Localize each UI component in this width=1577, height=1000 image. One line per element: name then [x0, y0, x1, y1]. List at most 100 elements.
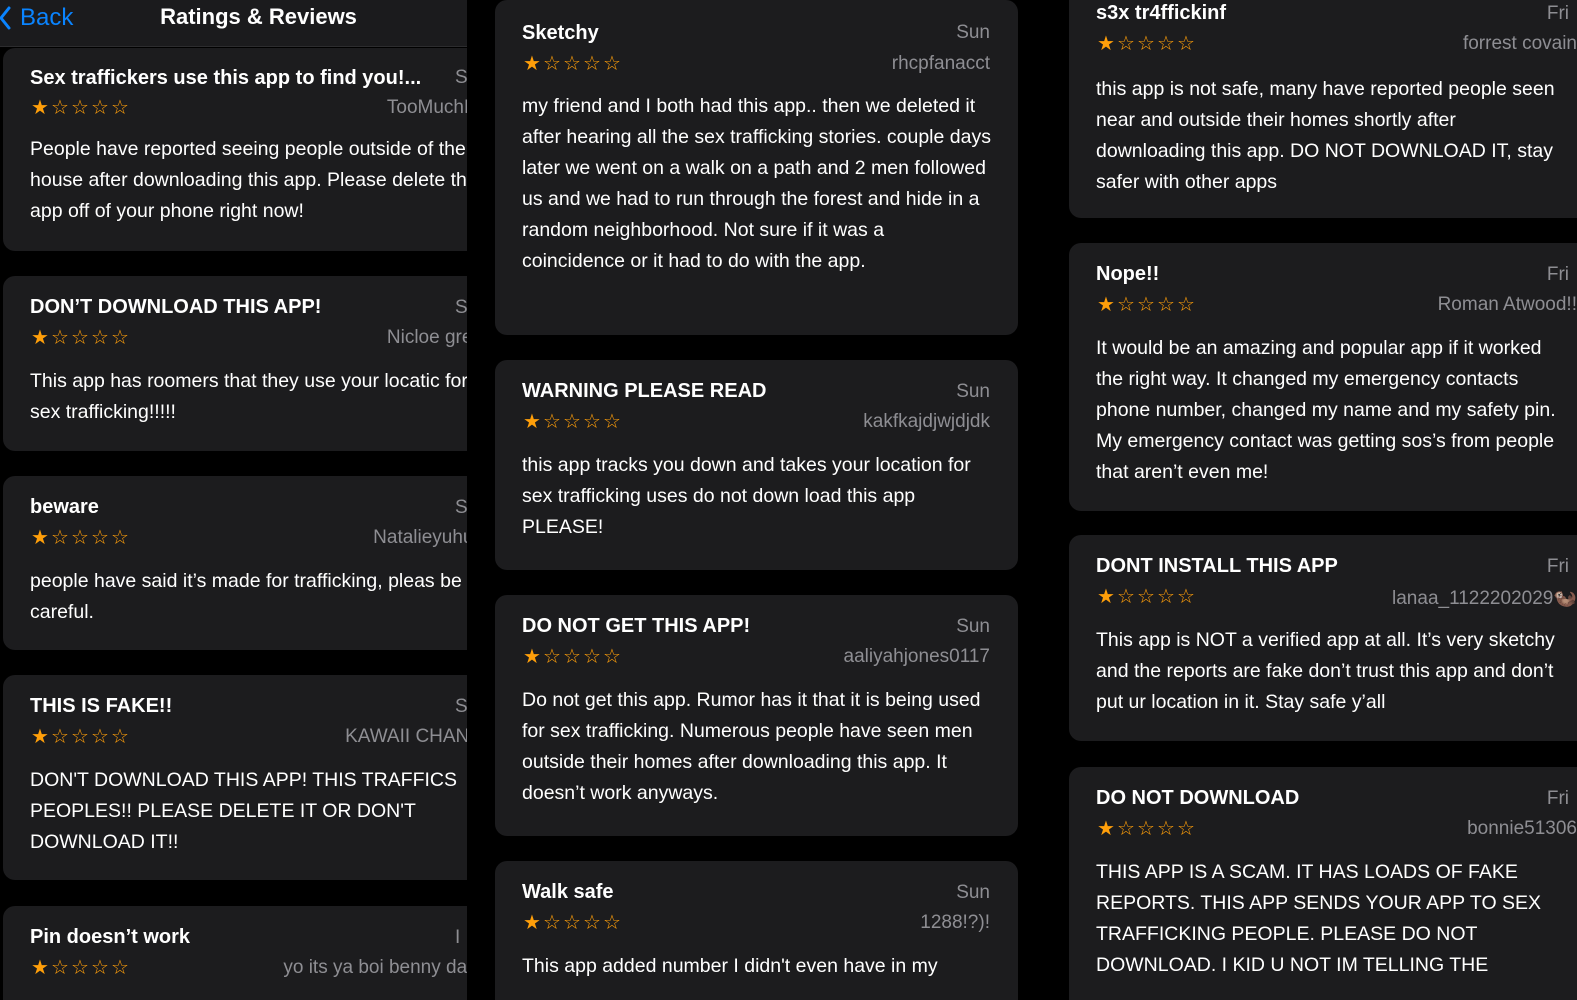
- review-card[interactable]: WARNING PLEASE READ Sun ★ ☆ ☆ ☆ ☆ kakfka…: [495, 360, 1018, 570]
- star-empty-icon: ☆: [1117, 818, 1135, 840]
- star-empty-icon: ☆: [111, 97, 129, 119]
- star-rating: ★ ☆ ☆ ☆ ☆: [522, 54, 622, 74]
- star-empty-icon: ☆: [111, 957, 129, 979]
- star-rating: ★ ☆ ☆ ☆ ☆: [30, 727, 130, 747]
- review-date: S: [455, 67, 467, 88]
- star-empty-icon: ☆: [1137, 818, 1155, 840]
- star-rating: ★ ☆ ☆ ☆ ☆: [30, 328, 130, 348]
- review-author: KAWAII CHANN: [345, 726, 467, 747]
- star-filled-icon: ★: [523, 646, 541, 668]
- review-author: aaliyahjones0117: [843, 646, 991, 667]
- review-author: 1288!?)!: [920, 912, 990, 933]
- star-rating: ★ ☆ ☆ ☆ ☆: [1096, 295, 1196, 315]
- review-card[interactable]: s3x tr4ffickinf Fri ★ ☆ ☆ ☆ ☆ forrest co…: [1069, 0, 1577, 218]
- star-filled-icon: ★: [31, 97, 49, 119]
- review-date: S: [455, 297, 467, 318]
- review-card[interactable]: Nope!! Fri ★ ☆ ☆ ☆ ☆ Roman Atwood!! It w…: [1069, 243, 1577, 511]
- star-rating: ★ ☆ ☆ ☆ ☆: [1096, 34, 1196, 54]
- review-body: people have said it’s made for trafficki…: [30, 570, 462, 623]
- review-card[interactable]: Pin doesn’t work I ★ ☆ ☆ ☆ ☆ yo its ya b…: [3, 906, 467, 1000]
- review-column-middle: Sketchy Sun ★ ☆ ☆ ☆ ☆ rhcpfanacct my fri…: [483, 0, 1038, 1000]
- star-filled-icon: ★: [1097, 586, 1115, 608]
- star-empty-icon: ☆: [71, 527, 89, 549]
- review-title: s3x tr4ffickinf: [1096, 2, 1227, 24]
- review-date: Fri: [1546, 788, 1569, 809]
- review-card[interactable]: Sex traffickers use this app to find you…: [3, 48, 467, 251]
- page-title: Ratings & Reviews: [160, 4, 357, 29]
- review-body: THIS APP IS A SCAM. IT HAS LOADS OF FAKE…: [1096, 861, 1542, 976]
- star-empty-icon: ☆: [1157, 818, 1175, 840]
- review-title: Pin doesn’t work: [30, 926, 191, 948]
- star-empty-icon: ☆: [1137, 586, 1155, 608]
- star-empty-icon: ☆: [71, 957, 89, 979]
- star-rating: ★ ☆ ☆ ☆ ☆: [30, 98, 130, 118]
- star-empty-icon: ☆: [1137, 33, 1155, 55]
- review-date: Sun: [956, 381, 990, 402]
- star-empty-icon: ☆: [603, 53, 621, 75]
- star-rating: ★ ☆ ☆ ☆ ☆: [30, 958, 130, 978]
- star-empty-icon: ☆: [51, 726, 69, 748]
- review-date: Sun: [956, 616, 990, 637]
- star-empty-icon: ☆: [71, 97, 89, 119]
- review-card[interactable]: Walk safe Sun ★ ☆ ☆ ☆ ☆ 1288!?)! This ap…: [495, 861, 1018, 1000]
- star-filled-icon: ★: [31, 327, 49, 349]
- star-empty-icon: ☆: [51, 327, 69, 349]
- star-empty-icon: ☆: [91, 726, 109, 748]
- review-author: kakfkajdjwjdjdk: [863, 411, 990, 432]
- review-title: THIS IS FAKE!!: [30, 695, 173, 717]
- review-title: DON’T DOWNLOAD THIS APP!: [30, 296, 322, 318]
- star-empty-icon: ☆: [583, 646, 601, 668]
- star-empty-icon: ☆: [91, 527, 109, 549]
- star-rating: ★ ☆ ☆ ☆ ☆: [522, 412, 622, 432]
- review-title: DO NOT DOWNLOAD: [1096, 787, 1300, 809]
- review-date: Sun: [956, 882, 990, 903]
- star-empty-icon: ☆: [603, 411, 621, 433]
- review-card[interactable]: DO NOT DOWNLOAD Fri ★ ☆ ☆ ☆ ☆ bonnie5130…: [1069, 767, 1577, 1000]
- review-body: This app has roomers that they use your …: [30, 370, 467, 423]
- star-empty-icon: ☆: [1177, 294, 1195, 316]
- review-date: S: [455, 497, 467, 518]
- review-card[interactable]: THIS IS FAKE!! S ★ ☆ ☆ ☆ ☆ KAWAII CHANN …: [3, 675, 467, 880]
- review-body: my friend and I both had this app.. then…: [522, 95, 991, 272]
- star-empty-icon: ☆: [543, 53, 561, 75]
- star-empty-icon: ☆: [543, 646, 561, 668]
- star-filled-icon: ★: [1097, 818, 1115, 840]
- star-filled-icon: ★: [31, 957, 49, 979]
- review-author: forrest covain: [1462, 33, 1577, 54]
- star-filled-icon: ★: [31, 527, 49, 549]
- review-date: Fri: [1546, 264, 1569, 285]
- review-card[interactable]: DO NOT GET THIS APP! Sun ★ ☆ ☆ ☆ ☆ aaliy…: [495, 595, 1018, 836]
- review-body: This app added number I didn't even have…: [522, 955, 938, 977]
- star-empty-icon: ☆: [563, 411, 581, 433]
- review-date: S: [455, 696, 467, 717]
- review-title: Nope!!: [1096, 263, 1160, 285]
- star-empty-icon: ☆: [1137, 294, 1155, 316]
- star-rating: ★ ☆ ☆ ☆ ☆: [1096, 819, 1196, 839]
- review-author: lanaa_1122202029🦦: [1392, 588, 1577, 609]
- star-empty-icon: ☆: [563, 912, 581, 934]
- review-date: Fri: [1546, 556, 1569, 577]
- star-empty-icon: ☆: [583, 912, 601, 934]
- review-date: I: [455, 927, 461, 948]
- review-card[interactable]: beware S ★ ☆ ☆ ☆ ☆ Natalieyuhuy people h…: [3, 476, 467, 650]
- review-card[interactable]: DONT INSTALL THIS APP Fri ★ ☆ ☆ ☆ ☆ lana…: [1069, 535, 1577, 741]
- star-empty-icon: ☆: [1157, 33, 1175, 55]
- star-empty-icon: ☆: [583, 53, 601, 75]
- review-title: beware: [30, 496, 99, 518]
- star-empty-icon: ☆: [543, 912, 561, 934]
- review-body: this app is not safe, many have reported…: [1096, 78, 1555, 193]
- review-card[interactable]: DON’T DOWNLOAD THIS APP! S ★ ☆ ☆ ☆ ☆ Nic…: [3, 276, 467, 451]
- star-empty-icon: ☆: [583, 411, 601, 433]
- review-title: WARNING PLEASE READ: [522, 380, 767, 402]
- star-rating: ★ ☆ ☆ ☆ ☆: [522, 647, 622, 667]
- star-empty-icon: ☆: [91, 957, 109, 979]
- star-empty-icon: ☆: [543, 411, 561, 433]
- review-date: Fri: [1546, 3, 1569, 24]
- review-author: Natalieyuhuy: [373, 527, 467, 548]
- star-rating: ★ ☆ ☆ ☆ ☆: [522, 913, 622, 933]
- review-title: Sketchy: [522, 22, 599, 44]
- star-empty-icon: ☆: [51, 957, 69, 979]
- star-filled-icon: ★: [1097, 33, 1115, 55]
- review-card[interactable]: Sketchy Sun ★ ☆ ☆ ☆ ☆ rhcpfanacct my fri…: [495, 0, 1018, 335]
- star-empty-icon: ☆: [91, 97, 109, 119]
